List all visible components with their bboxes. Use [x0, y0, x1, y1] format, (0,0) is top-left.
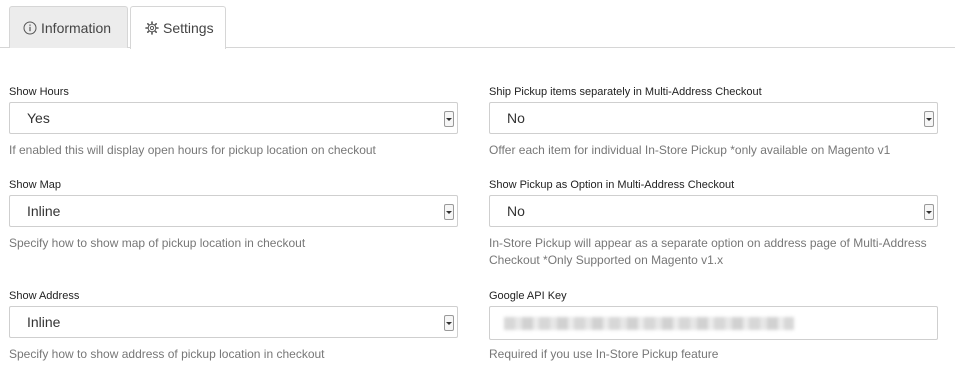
pickup-option-help-line1: In-Store Pickup will appear as a separat… [489, 236, 927, 250]
show-hours-label: Show Hours [9, 86, 69, 98]
chevron-down-icon [924, 204, 934, 220]
show-address-select[interactable]: Inline [9, 306, 458, 338]
show-address-value: Inline [27, 314, 61, 330]
google-api-key-field: Google API Key Required if you use In-St… [489, 290, 938, 361]
chevron-down-icon [924, 111, 934, 127]
show-map-label: Show Map [9, 179, 61, 191]
show-hours-value: Yes [27, 110, 50, 126]
pickup-option-select[interactable]: No [489, 195, 938, 227]
tab-bar: Information Settings [0, 0, 955, 49]
show-address-label: Show Address [9, 290, 80, 302]
chevron-down-icon [444, 315, 454, 331]
show-hours-select[interactable]: Yes [9, 102, 458, 134]
tab-settings[interactable]: Settings [130, 6, 226, 49]
tab-information[interactable]: Information [9, 6, 128, 48]
ship-separately-help: Offer each item for individual In-Store … [489, 143, 891, 157]
show-address-field: Show Address Inline Specify how to show … [9, 290, 458, 361]
pickup-option-value: No [507, 203, 525, 219]
google-api-key-label: Google API Key [489, 290, 567, 302]
gear-icon [145, 21, 159, 35]
pickup-option-help-line2: Checkout *Only Supported on Magento v1.x [489, 253, 724, 267]
show-map-help: Specify how to show map of pickup locati… [9, 236, 306, 250]
ship-separately-label: Ship Pickup items separately in Multi-Ad… [489, 86, 762, 98]
tab-settings-label: Settings [163, 20, 214, 36]
info-circle-icon [23, 21, 37, 35]
show-address-help: Specify how to show address of pickup lo… [9, 347, 325, 361]
show-map-select[interactable]: Inline [9, 195, 458, 227]
chevron-down-icon [444, 204, 454, 220]
google-api-key-help: Required if you use In-Store Pickup feat… [489, 347, 719, 361]
pickup-option-field: Show Pickup as Option in Multi-Address C… [489, 179, 938, 267]
google-api-key-input[interactable] [489, 306, 938, 340]
show-hours-field: Show Hours Yes If enabled this will disp… [9, 86, 458, 157]
pickup-option-label: Show Pickup as Option in Multi-Address C… [489, 179, 735, 191]
show-map-value: Inline [27, 203, 61, 219]
ship-separately-select[interactable]: No [489, 102, 938, 134]
ship-separately-value: No [507, 110, 525, 126]
show-map-field: Show Map Inline Specify how to show map … [9, 179, 458, 250]
chevron-down-icon [444, 111, 454, 127]
ship-separately-field: Ship Pickup items separately in Multi-Ad… [489, 86, 938, 157]
redacted-value [504, 317, 794, 330]
show-hours-help: If enabled this will display open hours … [9, 143, 376, 157]
tab-information-label: Information [41, 19, 112, 36]
